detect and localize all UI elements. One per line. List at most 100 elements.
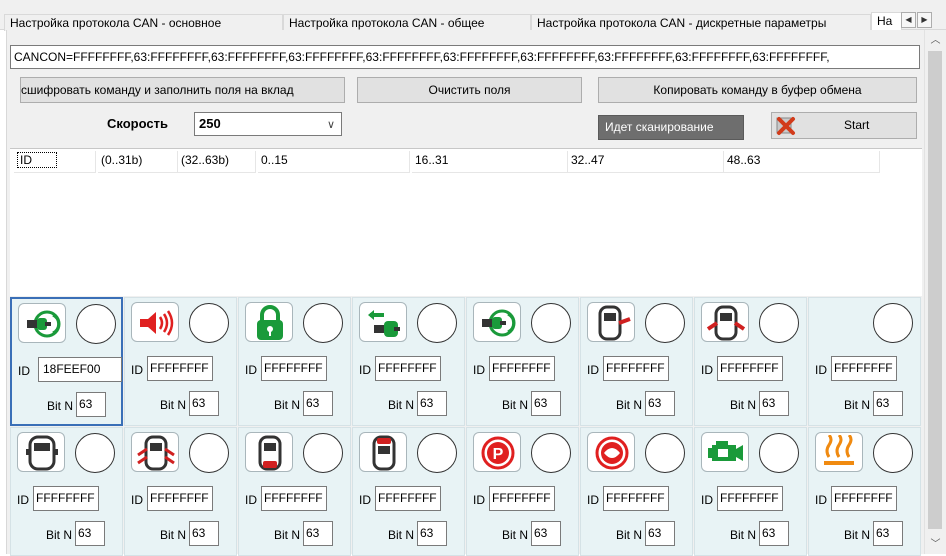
car-doors-open-icon[interactable] (131, 432, 179, 472)
clear-fields-button[interactable]: Очистить поля (357, 77, 582, 103)
col-header-0-31b[interactable]: (0..31b) (98, 151, 178, 173)
scroll-up-icon[interactable]: ︿ (925, 32, 946, 49)
copy-command-button[interactable]: Копировать команду в буфер обмена (598, 77, 917, 103)
siren-icon[interactable] (131, 302, 179, 342)
id-field[interactable]: FFFFFFFF (33, 486, 99, 511)
car-door-right-icon[interactable] (587, 302, 635, 342)
car-hood-icon[interactable] (359, 432, 407, 472)
state-indicator (417, 303, 457, 343)
speed-select[interactable]: 250 ∨ (194, 112, 342, 136)
signal-block[interactable]: ID FFFFFFFF Bit N 63 (352, 297, 465, 426)
signal-block[interactable]: ID 18FEEF00 Bit N 63 (10, 297, 123, 426)
col-header-48-63[interactable]: 48..63 (724, 151, 880, 173)
signal-block[interactable]: ID FFFFFFFF Bit N 63 (580, 427, 693, 556)
bit-field[interactable]: 63 (531, 391, 561, 416)
signal-block[interactable]: ID FFFFFFFF Bit N 63 (808, 427, 921, 556)
lock-icon[interactable] (245, 302, 293, 342)
id-label: ID (473, 493, 485, 507)
tab-can-main[interactable]: Настройка протокола CAN - основное (4, 14, 283, 31)
id-field[interactable]: FFFFFFFF (831, 486, 897, 511)
tab-can-discrete[interactable]: Настройка протокола CAN - дискретные пар… (531, 14, 871, 31)
col-header-32-47[interactable]: 32..47 (568, 151, 724, 173)
id-field[interactable]: FFFFFFFF (489, 356, 555, 381)
id-field[interactable]: FFFFFFFF (375, 486, 441, 511)
signal-block[interactable]: ID FFFFFFFF Bit N 63 (580, 297, 693, 426)
signal-block[interactable]: ID FFFFFFFF Bit N 63 (124, 427, 237, 556)
check-engine-icon[interactable] (701, 432, 749, 472)
id-field[interactable]: FFFFFFFF (717, 486, 783, 511)
bit-field[interactable]: 63 (76, 392, 106, 417)
id-field[interactable]: 18FEEF00 (38, 357, 122, 382)
car-top-icon[interactable] (17, 432, 65, 472)
bit-field[interactable]: 63 (303, 521, 333, 546)
state-indicator (189, 303, 229, 343)
id-field[interactable]: FFFFFFFF (261, 486, 327, 511)
bit-field[interactable]: 63 (303, 391, 333, 416)
col-header-32-63b[interactable]: (32..63b) (178, 151, 256, 173)
bit-label: Bit N (502, 398, 529, 412)
bit-field[interactable]: 63 (189, 391, 219, 416)
tab-can-general[interactable]: Настройка протокола CAN - общее (283, 14, 531, 31)
tab-scroll-left-icon[interactable]: ◀ (901, 12, 916, 28)
id-field[interactable]: FFFFFFFF (375, 356, 441, 381)
bit-field[interactable]: 63 (417, 391, 447, 416)
scroll-down-icon[interactable]: ﹀ (925, 536, 946, 553)
scan-status-button[interactable]: Идет сканирование (598, 115, 744, 140)
bit-field[interactable]: 63 (645, 391, 675, 416)
id-field[interactable]: FFFFFFFF (147, 486, 213, 511)
ignition-key-icon[interactable] (473, 302, 521, 342)
bit-label: Bit N (502, 528, 529, 542)
scan-grid[interactable]: ID (0..31b) (32..63b) 0..15 16..31 32..4… (10, 148, 922, 296)
signal-block[interactable]: ID FFFFFFFF Bit N 63 (466, 297, 579, 426)
bit-label: Bit N (47, 399, 74, 413)
command-field[interactable]: CANCON=FFFFFFFF,63:FFFFFFFF,63:FFFFFFFF,… (10, 45, 920, 69)
tab-next[interactable]: На (871, 12, 902, 31)
bit-field[interactable]: 63 (645, 521, 675, 546)
tab-scroll-right-icon[interactable]: ▶ (917, 12, 932, 28)
car-trunk-icon[interactable] (245, 432, 293, 472)
start-button[interactable]: Start (771, 112, 917, 139)
signal-block[interactable]: ID FFFFFFFF Bit N 63 (124, 297, 237, 426)
id-field[interactable]: FFFFFFFF (603, 486, 669, 511)
signal-block[interactable]: P ID FFFFFFFF Bit N 63 (466, 427, 579, 556)
car-doors-both-icon[interactable] (701, 302, 749, 342)
parking-brake-icon[interactable]: P (473, 432, 521, 472)
col-header-id[interactable]: ID (14, 151, 96, 173)
bit-label: Bit N (616, 528, 643, 542)
bit-field[interactable]: 63 (873, 391, 903, 416)
id-label: ID (701, 493, 713, 507)
col-header-0-15[interactable]: 0..15 (258, 151, 410, 173)
vertical-scrollbar[interactable]: ︿ ﹀ (924, 30, 946, 554)
signal-block[interactable]: ID FFFFFFFF Bit N 63 (694, 297, 807, 426)
signal-block[interactable]: ID FFFFFFFF Bit N 63 (808, 297, 921, 426)
bit-field[interactable]: 63 (531, 521, 561, 546)
bit-label: Bit N (730, 398, 757, 412)
brake-warning-icon[interactable] (587, 432, 635, 472)
id-field[interactable]: FFFFFFFF (603, 356, 669, 381)
signal-block[interactable]: ID FFFFFFFF Bit N 63 (352, 427, 465, 556)
id-field[interactable]: FFFFFFFF (147, 356, 213, 381)
ignition-key-icon[interactable] (18, 303, 66, 343)
signal-block[interactable]: ID FFFFFFFF Bit N 63 (10, 427, 123, 556)
signal-block[interactable]: ID FFFFFFFF Bit N 63 (238, 427, 351, 556)
signal-block[interactable]: ID FFFFFFFF Bit N 63 (238, 297, 351, 426)
bit-field[interactable]: 63 (759, 521, 789, 546)
id-field[interactable]: FFFFFFFF (489, 486, 555, 511)
scroll-thumb[interactable] (928, 51, 942, 529)
bit-field[interactable]: 63 (417, 521, 447, 546)
key-remove-icon[interactable] (359, 302, 407, 342)
id-field[interactable]: FFFFFFFF (717, 356, 783, 381)
bit-field[interactable]: 63 (873, 521, 903, 546)
empty-icon-slot[interactable] (815, 302, 863, 342)
bit-field[interactable]: 63 (759, 391, 789, 416)
id-field[interactable]: FFFFFFFF (261, 356, 327, 381)
col-header-16-31[interactable]: 16..31 (412, 151, 568, 173)
heater-icon[interactable] (815, 432, 863, 472)
decode-command-button[interactable]: сшифровать команду и заполнить поля на в… (20, 77, 345, 103)
bit-field[interactable]: 63 (75, 521, 105, 546)
bit-label: Bit N (160, 398, 187, 412)
signal-block[interactable]: ID FFFFFFFF Bit N 63 (694, 427, 807, 556)
id-field[interactable]: FFFFFFFF (831, 356, 897, 381)
bit-field[interactable]: 63 (189, 521, 219, 546)
state-indicator (531, 433, 571, 473)
